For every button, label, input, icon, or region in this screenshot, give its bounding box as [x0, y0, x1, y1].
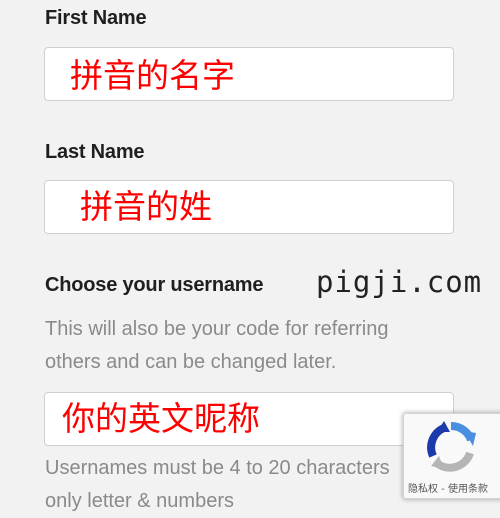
first-name-annotation: 拼音的名字	[70, 56, 235, 95]
username-hint-line-2: only letter & numbers	[45, 490, 234, 512]
username-label: Choose your username	[45, 274, 264, 296]
username-annotation: 你的英文昵称	[62, 399, 260, 438]
username-help-line-1: This will also be your code for referrin…	[45, 318, 389, 340]
first-name-label: First Name	[45, 7, 147, 29]
last-name-label: Last Name	[45, 141, 145, 163]
username-help-line-2: others and can be changed later.	[45, 351, 337, 373]
last-name-annotation: 拼音的姓	[80, 187, 212, 226]
recaptcha-badge[interactable]: 隐私权 - 使用条款	[403, 413, 500, 499]
recaptcha-privacy-terms-link[interactable]: 隐私权 - 使用条款	[408, 480, 488, 495]
watermark-text: pigji.com	[316, 265, 483, 299]
username-hint-line-1: Usernames must be 4 to 20 characters	[45, 457, 390, 479]
recaptcha-icon	[427, 421, 476, 472]
